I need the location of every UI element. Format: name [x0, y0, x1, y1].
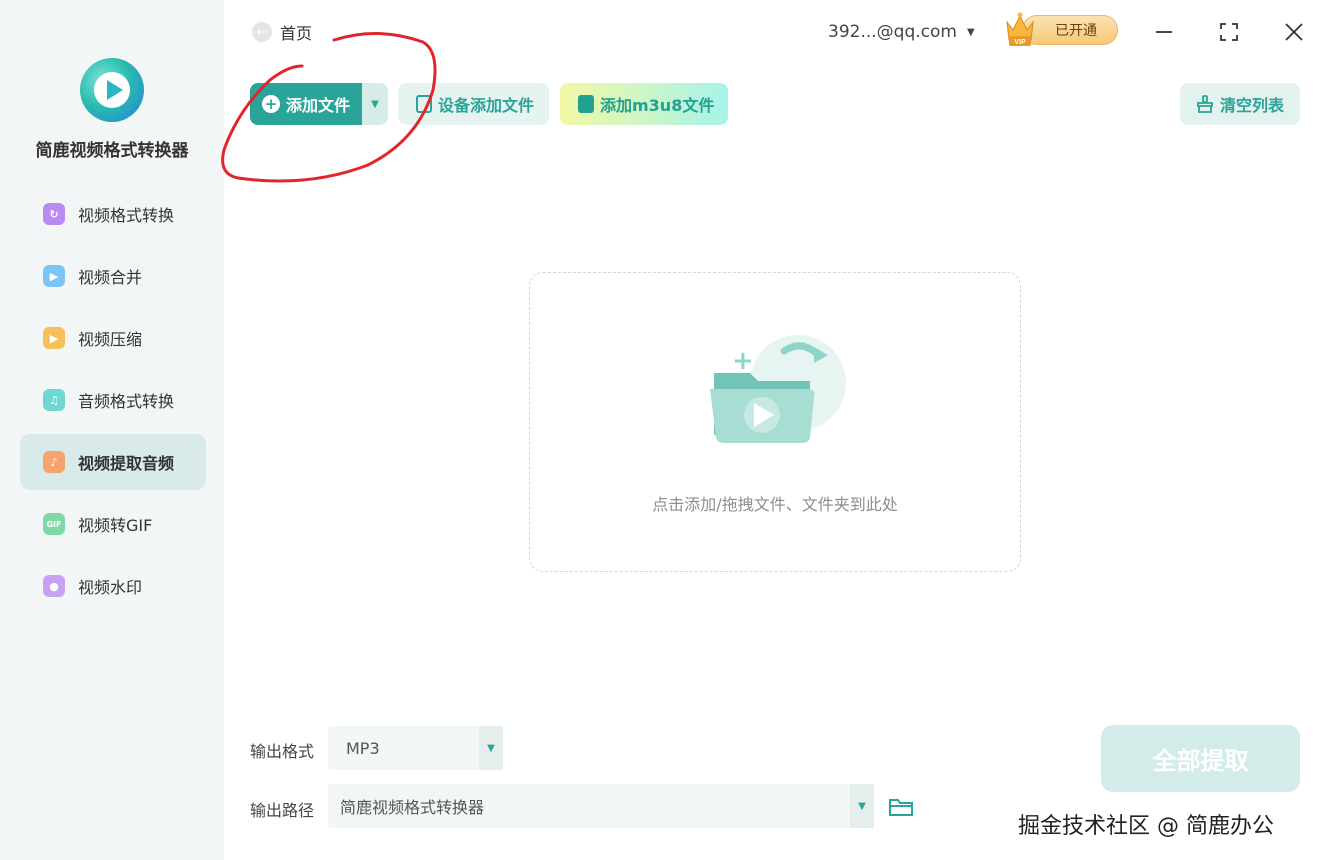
sidebar: 简鹿视频格式转换器 ↻ 视频格式转换 ▶ 视频合并 ▶ 视频压缩 ♫ 音频格式转…	[0, 0, 224, 860]
sidebar-item-label: 视频提取音频	[78, 454, 175, 473]
close-button[interactable]	[1280, 18, 1308, 46]
output-format-value: MP3	[346, 738, 380, 758]
add-file-dropdown[interactable]: ▼	[362, 83, 388, 125]
home-label: 首页	[280, 24, 313, 43]
minimize-button[interactable]	[1150, 18, 1178, 46]
broom-icon	[1197, 95, 1213, 113]
caret-down-icon: ▼	[850, 784, 874, 828]
sidebar-item-label: 视频压缩	[78, 330, 143, 349]
output-path-value: 简鹿视频格式转换器	[340, 798, 485, 817]
sidebar-item-video-convert[interactable]: ↻ 视频格式转换	[20, 186, 206, 242]
back-arrow-icon: ←	[252, 22, 272, 42]
crown-icon: VIP	[1006, 12, 1034, 46]
video-convert-icon: ↻	[43, 203, 65, 225]
account-menu[interactable]: 392...@qq.com ▼	[828, 20, 975, 44]
sidebar-item-label: 视频格式转换	[78, 206, 175, 225]
device-add-file-button[interactable]: 设备添加文件	[398, 83, 549, 125]
extract-audio-icon: ♪	[43, 451, 65, 473]
audio-convert-icon: ♫	[43, 389, 65, 411]
folder-video-icon: +	[710, 335, 846, 443]
close-icon	[1285, 23, 1303, 41]
sidebar-item-video-compress[interactable]: ▶ 视频压缩	[20, 310, 206, 366]
add-m3u8-button[interactable]: 添加m3u8文件	[560, 83, 728, 125]
sidebar-item-video-merge[interactable]: ▶ 视频合并	[20, 248, 206, 304]
output-path-label: 输出路径	[250, 801, 315, 820]
plus-circle-icon: +	[262, 95, 280, 113]
device-icon	[416, 95, 432, 113]
watermark-text: 掘金技术社区 @ 简鹿办公	[1018, 814, 1274, 839]
caret-down-icon: ▼	[966, 26, 975, 38]
home-link[interactable]: ← 首页	[252, 20, 312, 44]
vip-status: 已开通	[1022, 15, 1118, 45]
add-file-button-group: + 添加文件 ▼	[250, 83, 388, 125]
output-format-label: 输出格式	[250, 742, 315, 761]
output-path-select[interactable]: 简鹿视频格式转换器 ▼	[328, 784, 874, 828]
m3u8-add-label: 添加m3u8文件	[600, 96, 715, 115]
sidebar-item-label: 视频水印	[78, 578, 143, 597]
device-add-label: 设备添加文件	[438, 96, 535, 115]
sidebar-item-extract-audio[interactable]: ♪ 视频提取音频	[20, 434, 206, 490]
sidebar-item-label: 视频合并	[78, 268, 143, 287]
add-file-label: 添加文件	[286, 96, 351, 115]
output-format-select[interactable]: MP3 ▼	[328, 726, 503, 770]
open-folder-icon[interactable]	[888, 795, 914, 819]
maximize-icon	[1220, 23, 1238, 41]
video-compress-icon: ▶	[43, 327, 65, 349]
caret-down-icon: ▼	[479, 726, 503, 770]
minimize-icon	[1156, 31, 1172, 33]
app-logo-icon	[80, 58, 144, 122]
sidebar-item-label: 视频转GIF	[78, 516, 153, 535]
drop-zone-hint: 点击添加/拖拽文件、文件夹到此处	[652, 495, 898, 514]
sidebar-item-audio-convert[interactable]: ♫ 音频格式转换	[20, 372, 206, 428]
account-email: 392...@qq.com	[828, 22, 957, 42]
svg-text:+: +	[732, 346, 754, 376]
sidebar-item-video-gif[interactable]: GIF 视频转GIF	[20, 496, 206, 552]
vip-badge[interactable]: 已开通 VIP	[1004, 12, 1118, 48]
add-file-button[interactable]: + 添加文件	[250, 83, 362, 125]
vip-badge-text: VIP	[1014, 39, 1026, 46]
extract-all-button[interactable]: 全部提取	[1101, 725, 1300, 792]
clear-list-button[interactable]: 清空列表	[1180, 83, 1300, 125]
maximize-button[interactable]	[1215, 18, 1243, 46]
file-drop-zone[interactable]: + 点击添加/拖拽文件、文件夹到此处	[529, 272, 1021, 572]
clear-list-label: 清空列表	[1220, 96, 1285, 115]
m3u8-file-icon	[578, 95, 594, 113]
sidebar-item-video-watermark[interactable]: ● 视频水印	[20, 558, 206, 614]
gif-icon: GIF	[43, 513, 65, 535]
sidebar-nav: ↻ 视频格式转换 ▶ 视频合并 ▶ 视频压缩 ♫ 音频格式转换 ♪ 视频提取音频…	[20, 186, 206, 620]
app-name: 简鹿视频格式转换器	[35, 141, 189, 161]
caret-down-icon: ▼	[371, 98, 379, 110]
watermark-icon: ●	[43, 575, 65, 597]
sidebar-item-label: 音频格式转换	[78, 392, 175, 411]
video-merge-icon: ▶	[43, 265, 65, 287]
